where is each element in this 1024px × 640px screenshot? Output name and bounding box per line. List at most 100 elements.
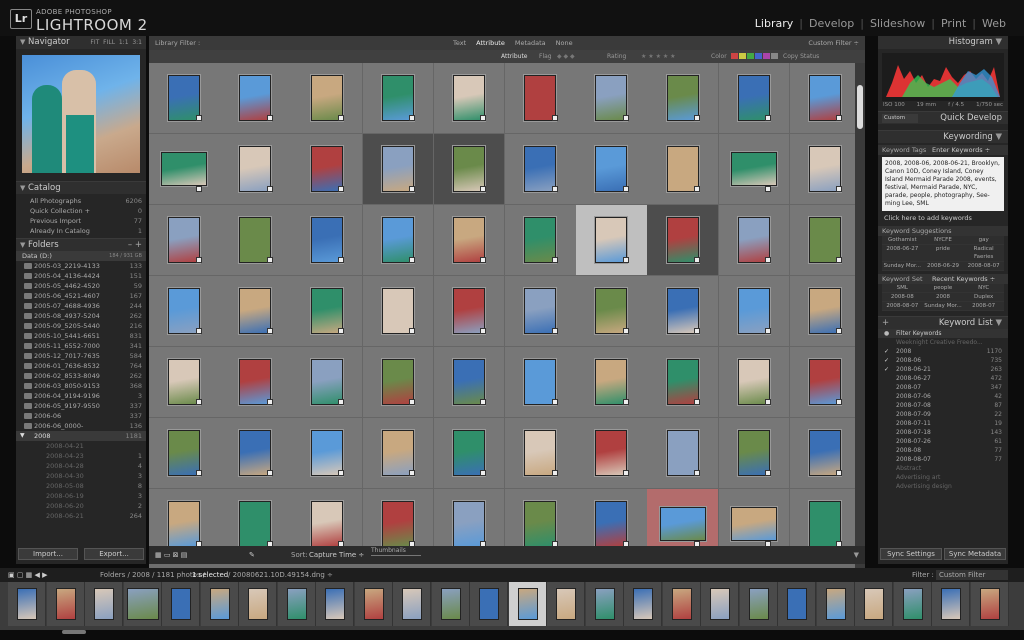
folder-item[interactable]: 2005-12_7017-7635 584 [16, 351, 146, 361]
filmstrip-cell[interactable] [85, 582, 123, 626]
keyword-list-item[interactable]: 2008-07-06 42 [878, 392, 1008, 401]
sort-select[interactable]: Capture Time ÷ [309, 546, 364, 564]
grid-cell[interactable] [789, 347, 862, 418]
folder-item[interactable]: 2005-11_6552-7000 341 [16, 341, 146, 351]
filmstrip-cell[interactable] [316, 582, 354, 626]
folder-item[interactable]: 2005-07_4688-4936 244 [16, 301, 146, 311]
grid-cell[interactable] [647, 418, 719, 489]
grid-cell[interactable] [149, 63, 221, 134]
filmstrip-thumbnail[interactable] [248, 588, 268, 620]
filmstrip-thumbnail[interactable] [325, 588, 345, 620]
filmstrip-cell[interactable] [162, 582, 200, 626]
filmstrip-cell[interactable] [624, 582, 662, 626]
keyword-chip[interactable]: 2008-08-07 [882, 302, 923, 311]
filmstrip-cell[interactable] [239, 582, 277, 626]
grid-cell[interactable] [433, 276, 506, 347]
histogram-header[interactable]: Histogram ▼ [878, 36, 1008, 49]
grid-cell[interactable] [505, 134, 577, 205]
grid-cell[interactable] [291, 134, 363, 205]
keyword-chip[interactable]: 2008-07 [963, 302, 1004, 311]
subfolder-item[interactable]: 2008-04-23 1 [16, 451, 146, 461]
filmstrip-cell[interactable] [8, 582, 46, 626]
folder-item[interactable]: 2006-02_8533-8049 262 [16, 371, 146, 381]
breadcrumb[interactable]: Folders / 2008 / 1181 photos / [100, 568, 205, 582]
star-icons[interactable]: ★ ★ ★ ★ ★ [641, 50, 676, 63]
filmstrip-thumbnail[interactable] [556, 588, 576, 620]
photo-thumbnail[interactable] [730, 507, 777, 541]
keyword-chip[interactable]: pride [922, 245, 964, 262]
filmstrip-thumbnail[interactable] [633, 588, 653, 620]
filter-tab-text[interactable]: Text [453, 36, 466, 50]
keyword-list-item[interactable]: Abstract [878, 464, 1008, 473]
filmstrip-cell[interactable] [547, 582, 585, 626]
filmstrip-cell[interactable] [354, 582, 393, 626]
keyword-list-item[interactable]: 2008-07-11 19 [878, 419, 1008, 428]
filmstrip-cell[interactable] [508, 582, 547, 626]
filename[interactable]: / 20080621.10D.49154.dng ÷ [228, 568, 333, 582]
grid-cell[interactable] [433, 63, 506, 134]
keyword-list-item[interactable]: 2008-07-09 22 [878, 410, 1008, 419]
photo-thumbnail[interactable] [730, 152, 777, 186]
grid-cell[interactable] [220, 347, 292, 418]
grid-cell[interactable] [576, 276, 648, 347]
grid-cell[interactable] [505, 63, 577, 134]
subfolder-item[interactable]: 2008-06-19 3 [16, 491, 146, 501]
folders-header[interactable]: ▼ Folders – + [16, 238, 146, 251]
toolbar-menu-icon[interactable]: ▼ [854, 546, 859, 564]
grid-cell[interactable] [220, 63, 292, 134]
filmstrip-thumbnail[interactable] [402, 588, 422, 620]
module-develop[interactable]: Develop [809, 17, 854, 30]
flag-icons[interactable]: ◆ ◆ ◆ [557, 50, 575, 63]
add-keywords-field[interactable]: Click here to add keywords [878, 213, 1008, 223]
filmstrip-filter-select[interactable]: Custom Filter [936, 570, 1008, 580]
folder-item[interactable]: 2006-06_0000- 136 [16, 421, 146, 431]
keyword-list-header[interactable]: + Keyword List ▼ [878, 316, 1008, 329]
keyword-chip[interactable]: gay [963, 236, 1004, 245]
filmstrip-cell[interactable] [932, 582, 970, 626]
filmstrip-thumbnail[interactable] [363, 588, 384, 620]
thumbnail-size-slider[interactable] [371, 555, 421, 556]
quick-develop-header[interactable]: Custom Quick Develop [878, 111, 1008, 124]
grid-cell[interactable] [291, 205, 363, 276]
grid-scrollbar[interactable] [855, 63, 865, 568]
filmstrip-thumbnail[interactable] [748, 588, 769, 620]
preset-select[interactable]: Custom [882, 114, 918, 123]
filmstrip-cell[interactable] [816, 582, 855, 626]
filmstrip-cell[interactable] [662, 582, 701, 626]
grid-cell[interactable] [505, 347, 577, 418]
grid-cell[interactable] [647, 205, 719, 276]
folder-item[interactable]: 2005-10_5441-6651 831 [16, 331, 146, 341]
keyword-textarea[interactable]: 2008, 2008-06, 2008-06-21, Brooklyn, Can… [882, 157, 1004, 211]
filmstrip-cell[interactable] [277, 582, 316, 626]
folder-item[interactable]: 2006-05_9197-9550 337 [16, 401, 146, 411]
folder-item[interactable]: 2005-04_4136-4424 151 [16, 271, 146, 281]
grid-cell[interactable] [647, 134, 719, 205]
keyword-set-select[interactable]: Recent Keywords ÷ [932, 274, 995, 284]
keyword-list-item[interactable]: 2008-07-18 143 [878, 428, 1008, 437]
filmstrip-cell[interactable] [701, 582, 739, 626]
grid-cell[interactable] [220, 134, 292, 205]
filmstrip-thumbnail[interactable] [594, 588, 615, 620]
folder-item[interactable]: 2005-05_4462-4520 59 [16, 281, 146, 291]
filmstrip-thumbnail[interactable] [479, 588, 499, 620]
grid-cell[interactable] [220, 205, 292, 276]
keyword-list-item[interactable]: 2008-08-07 77 [878, 455, 1008, 464]
keyword-mode-select[interactable]: Enter Keywords ÷ [932, 145, 990, 155]
grid-cell[interactable] [718, 418, 791, 489]
grid-cell[interactable] [576, 205, 648, 276]
grid-cell[interactable] [362, 418, 435, 489]
filmstrip-scroll-thumb[interactable] [62, 630, 86, 634]
filmstrip-thumbnail[interactable] [710, 588, 730, 620]
catalog-item[interactable]: All Photographs 6206 [16, 196, 146, 206]
keyword-chip[interactable]: 2008-06-27 [882, 245, 923, 262]
keyword-list-item[interactable]: Advertising art [878, 473, 1008, 482]
grid-cell[interactable] [789, 63, 862, 134]
module-slideshow[interactable]: Slideshow [870, 17, 925, 30]
keyword-chip[interactable]: 2008-08 [882, 293, 923, 302]
keyword-chip[interactable]: 2008 [922, 293, 964, 302]
keyword-list-item[interactable]: ✓ 2008-06 735 [878, 356, 1008, 365]
grid-cell[interactable] [718, 205, 791, 276]
keyword-list-item[interactable]: 2008-06-27 472 [878, 374, 1008, 383]
subfolder-item[interactable]: 2008-04-30 3 [16, 471, 146, 481]
painter-icon[interactable]: ✎ [249, 546, 255, 564]
